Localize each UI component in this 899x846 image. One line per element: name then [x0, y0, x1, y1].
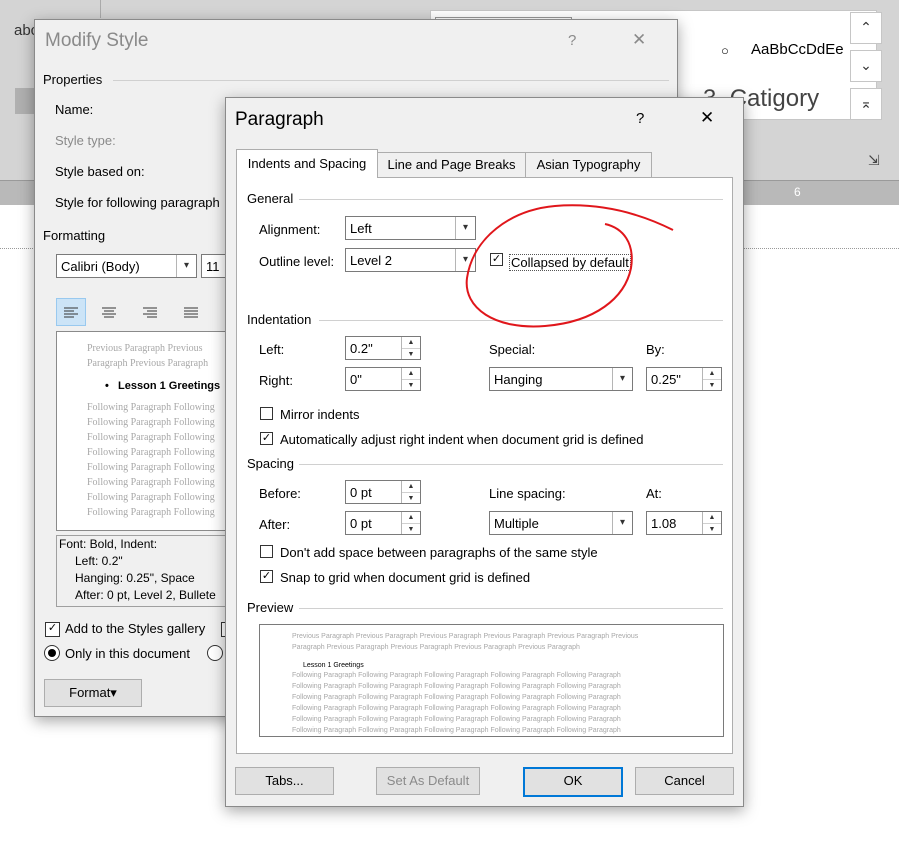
- dont-add-space-label: Don't add space between paragraphs of th…: [280, 545, 598, 560]
- style-preview: Previous Paragraph Previous Paragraph Pr…: [56, 331, 248, 531]
- general-label: General: [247, 191, 294, 206]
- line-spacing-label: Line spacing:: [489, 486, 566, 501]
- preview-following: Following Paragraph Following Paragraph …: [292, 672, 621, 734]
- spinner-arrows-icon[interactable]: ▲ ▼: [401, 481, 420, 503]
- right-indent-spinner[interactable]: 0" ▲ ▼: [345, 367, 421, 391]
- after-spinner[interactable]: 0 pt ▲ ▼: [345, 511, 421, 535]
- close-icon[interactable]: ✕: [700, 108, 714, 128]
- only-this-document-label: Only in this document: [65, 646, 191, 661]
- ribbon-list-buttons: [100, 0, 431, 18]
- chevron-down-icon: ▾: [612, 512, 632, 534]
- style-based-on-label: Style based on:: [55, 164, 145, 179]
- gallery-scroll-up-icon[interactable]: ⌃: [850, 12, 882, 44]
- paragraph-preview: Previous Paragraph Previous Paragraph Pr…: [259, 624, 724, 737]
- name-label: Name:: [55, 102, 94, 117]
- justify-button[interactable]: [177, 299, 205, 328]
- preview-following: Following Paragraph Following Following …: [87, 402, 215, 518]
- bullet-icon: ○: [721, 43, 729, 58]
- dialog-launcher-icon[interactable]: ⇲: [868, 152, 880, 169]
- dont-add-space-checkbox[interactable]: [260, 545, 273, 558]
- tab-line-and-page-breaks[interactable]: Line and Page Breaks: [377, 152, 526, 177]
- at-spinner[interactable]: 1.08 ▲ ▼: [646, 511, 722, 535]
- modify-style-title: Modify Style: [45, 30, 149, 51]
- by-label: By:: [646, 342, 665, 357]
- add-to-gallery-checkbox[interactable]: ✓: [45, 622, 60, 637]
- divider: [113, 80, 669, 81]
- properties-label: Properties: [43, 72, 103, 87]
- align-center-icon: [102, 307, 116, 318]
- chevron-down-icon: ▾: [176, 255, 196, 277]
- tab-asian-typography[interactable]: Asian Typography: [525, 152, 652, 177]
- left-indent-spinner[interactable]: 0.2" ▲ ▼: [345, 336, 421, 360]
- help-icon[interactable]: ?: [568, 32, 576, 49]
- paragraph-title: Paragraph: [235, 109, 324, 130]
- outline-level-label: Outline level:: [259, 254, 335, 269]
- preview-bullet-item: • Lesson 1 Greetings: [105, 380, 221, 392]
- justify-icon: [184, 307, 198, 318]
- align-right-button[interactable]: [136, 299, 164, 328]
- new-documents-radio[interactable]: [207, 645, 223, 661]
- gallery-scroll-down-icon[interactable]: ⌄: [850, 50, 882, 82]
- at-label: At:: [646, 486, 662, 501]
- preview-label: Preview: [247, 600, 294, 615]
- align-left-button[interactable]: [56, 298, 86, 326]
- gallery-more-icon[interactable]: ⌅: [850, 88, 882, 120]
- auto-adjust-label: Automatically adjust right indent when d…: [280, 432, 644, 447]
- spinner-arrows-icon[interactable]: ▲ ▼: [401, 512, 420, 534]
- add-to-gallery-label: Add to the Styles gallery: [65, 621, 206, 636]
- format-button[interactable]: Format▾: [44, 679, 142, 707]
- spinner-arrows-icon[interactable]: ▲ ▼: [702, 368, 721, 390]
- special-label: Special:: [489, 342, 536, 357]
- align-right-icon: [143, 307, 157, 318]
- radio-dot: [48, 649, 56, 657]
- by-spinner[interactable]: 0.25" ▲ ▼: [646, 367, 722, 391]
- snap-to-grid-label: Snap to grid when document grid is defin…: [280, 570, 531, 585]
- after-label: After:: [259, 517, 291, 532]
- spinner-arrows-icon[interactable]: ▲ ▼: [702, 512, 721, 534]
- formatting-label: Formatting: [43, 228, 106, 243]
- chevron-down-icon: ▾: [612, 368, 632, 390]
- style-type-label: Style type:: [55, 133, 116, 148]
- preview-previous: Previous Paragraph Previous Paragraph Pr…: [292, 633, 639, 651]
- right-indent-label: Right:: [259, 373, 293, 388]
- before-spinner[interactable]: 0 pt ▲ ▼: [345, 480, 421, 504]
- special-select[interactable]: Hanging ▾: [489, 367, 633, 391]
- mirror-indents-checkbox[interactable]: [260, 407, 273, 420]
- left-indent-label: Left:: [259, 342, 285, 357]
- red-annotation-circle: [465, 204, 674, 328]
- alignment-label: Alignment:: [259, 222, 321, 237]
- spinner-arrows-icon[interactable]: ▲ ▼: [401, 368, 420, 390]
- spacing-label: Spacing: [247, 456, 294, 471]
- snap-to-grid-checkbox[interactable]: ✓: [260, 570, 273, 583]
- divider: [299, 464, 723, 465]
- auto-adjust-checkbox[interactable]: ✓: [260, 432, 273, 445]
- close-icon[interactable]: ✕: [632, 30, 646, 50]
- ok-button[interactable]: OK: [523, 767, 623, 797]
- tab-indents-and-spacing[interactable]: Indents and Spacing: [236, 149, 378, 178]
- only-this-document-radio[interactable]: [44, 645, 60, 661]
- before-label: Before:: [259, 486, 301, 501]
- mirror-indents-label: Mirror indents: [280, 407, 360, 422]
- cancel-button[interactable]: Cancel: [635, 767, 734, 795]
- spinner-arrows-icon[interactable]: ▲ ▼: [401, 337, 420, 359]
- indentation-label: Indentation: [247, 312, 312, 327]
- set-as-default-button[interactable]: Set As Default: [376, 767, 480, 795]
- help-icon[interactable]: ?: [636, 110, 644, 127]
- font-select[interactable]: Calibri (Body) ▾: [56, 254, 197, 278]
- divider: [299, 608, 723, 609]
- line-spacing-select[interactable]: Multiple ▾: [489, 511, 633, 535]
- align-left-icon: [64, 307, 78, 318]
- style-following-label: Style for following paragraph: [55, 195, 220, 210]
- tabs-button[interactable]: Tabs...: [235, 767, 334, 795]
- style-description: Font: Bold, Indent: Left: 0.2" Hanging: …: [56, 535, 248, 607]
- align-center-button[interactable]: [95, 299, 123, 328]
